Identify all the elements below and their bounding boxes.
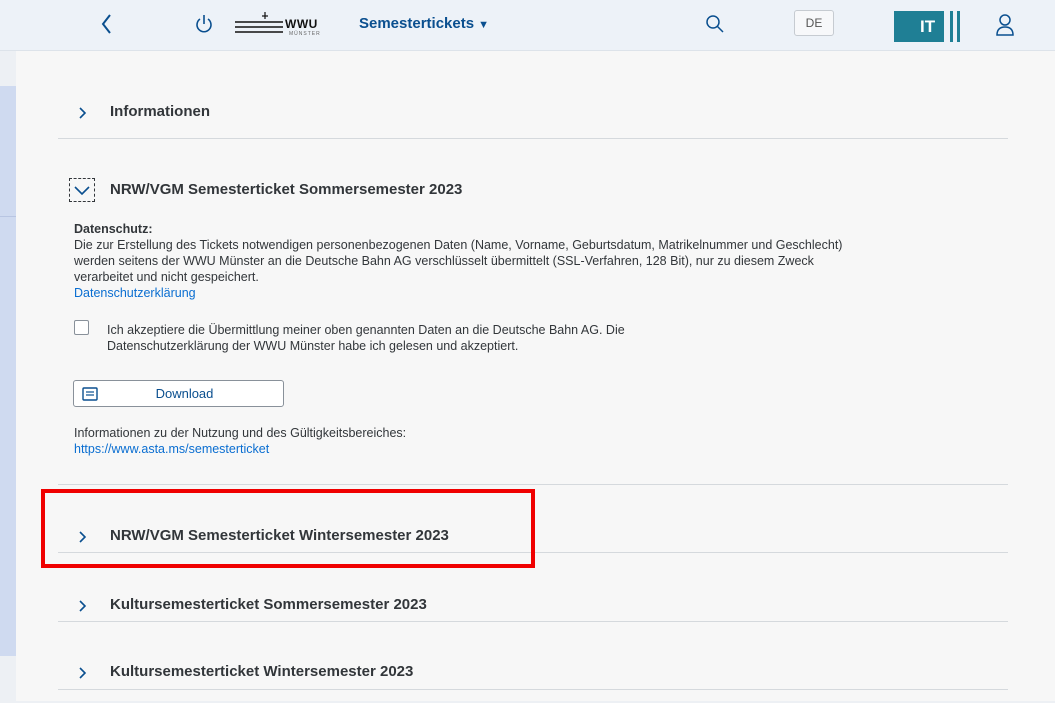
chevron-left-icon bbox=[101, 14, 111, 34]
search-icon bbox=[706, 15, 724, 33]
chevron-right-icon bbox=[79, 107, 87, 119]
caret-down-icon: ▼ bbox=[478, 19, 489, 31]
privacy-link[interactable]: Datenschutzerklärung bbox=[74, 285, 196, 301]
logo-subtext: MÜNSTER bbox=[289, 31, 321, 37]
wwu-logo: WWU MÜNSTER bbox=[235, 8, 345, 38]
chevron-right-icon bbox=[79, 600, 87, 612]
logout-button[interactable] bbox=[193, 12, 215, 36]
user-button[interactable] bbox=[994, 12, 1016, 38]
app-title-menu[interactable]: Semestertickets ▼ bbox=[359, 15, 489, 32]
wwu-logo-mark bbox=[235, 12, 283, 33]
download-button[interactable]: Download bbox=[73, 380, 284, 407]
app-title: Semestertickets bbox=[359, 15, 475, 32]
panel-title: Kultursemesterticket Wintersemester 2023 bbox=[110, 663, 414, 680]
language-button[interactable]: DE bbox=[794, 10, 834, 36]
panel-title: Kultursemesterticket Sommersemester 2023 bbox=[110, 596, 427, 613]
consent-label: Ich akzeptiere die Übermittlung meiner o… bbox=[107, 323, 625, 337]
divider bbox=[58, 138, 1008, 139]
it-logo: IT bbox=[894, 11, 966, 42]
power-icon bbox=[196, 15, 212, 33]
chevron-right-icon bbox=[79, 667, 87, 679]
info-text: Informationen zu der Nutzung und des Gül… bbox=[74, 426, 407, 440]
back-button[interactable] bbox=[96, 9, 118, 39]
consent-checkbox[interactable] bbox=[74, 320, 89, 335]
side-panel bbox=[0, 86, 16, 656]
search-button[interactable] bbox=[704, 12, 726, 36]
panel-title: NRW/VGM Semesterticket Sommersemester 20… bbox=[110, 181, 463, 198]
privacy-text-line: werden seitens der WWU Münster an die De… bbox=[74, 254, 814, 268]
divider bbox=[58, 621, 1008, 622]
it-logo-text: IT bbox=[920, 17, 936, 36]
user-icon bbox=[996, 14, 1014, 36]
side-divider bbox=[0, 216, 16, 217]
consent-label: Datenschutzerklärung der WWU Münster hab… bbox=[107, 339, 519, 353]
panel-kultur-winter[interactable]: Kultursemesterticket Wintersemester 2023 bbox=[62, 663, 1008, 703]
divider bbox=[58, 689, 1008, 690]
logo-text: WWU bbox=[285, 17, 318, 31]
privacy-text-line: Die zur Erstellung des Tickets notwendig… bbox=[74, 238, 843, 252]
divider bbox=[58, 484, 1008, 485]
privacy-heading: Datenschutz: bbox=[74, 222, 153, 236]
chevron-down-icon bbox=[74, 186, 90, 196]
panel-kultur-sommer[interactable]: Kultursemesterticket Sommersemester 2023 bbox=[62, 596, 1008, 636]
shell-header: WWU MÜNSTER Semestertickets ▼ DE IT bbox=[0, 0, 1055, 51]
download-label: Download bbox=[155, 386, 214, 401]
panel-title: Informationen bbox=[110, 103, 210, 120]
info-link[interactable]: https://www.asta.ms/semesterticket bbox=[74, 441, 269, 457]
privacy-text-line: verarbeitet und nicht gespeichert. bbox=[74, 270, 259, 284]
panel-informationen[interactable]: Informationen bbox=[62, 103, 1008, 143]
panel-sommer-ticket[interactable]: NRW/VGM Semesterticket Sommersemester 20… bbox=[110, 181, 710, 221]
collapse-button[interactable] bbox=[69, 178, 95, 202]
highlight-box bbox=[41, 489, 535, 568]
